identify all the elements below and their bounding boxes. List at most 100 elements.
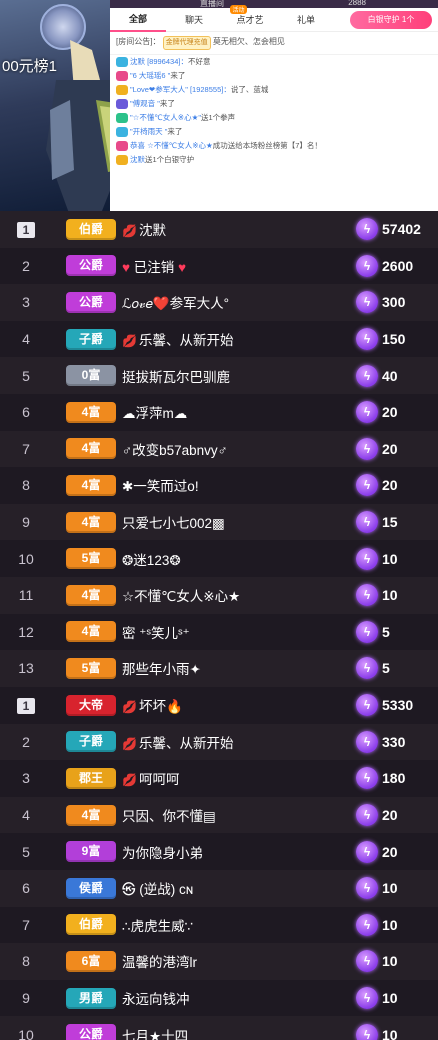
- level-badge: 4富: [66, 621, 116, 643]
- user-name[interactable]: 只因、你不懂▤: [122, 805, 356, 825]
- user-name[interactable]: ☁浮萍m☁: [122, 402, 356, 422]
- rank-number: 1: [0, 697, 52, 714]
- chat-text: 来了: [167, 127, 183, 136]
- ranking-row[interactable]: 11 4富 ☆不懂℃女人※心★ ϟ 10: [0, 576, 438, 614]
- rank-number: 12: [0, 624, 52, 640]
- user-name[interactable]: ♂改变b57abnvy♂: [122, 439, 356, 459]
- chat-username[interactable]: "☆不懂℃女人※心★": [130, 113, 201, 122]
- user-name-text: 挺拔斯瓦尔巴驯鹿: [122, 369, 230, 385]
- user-name[interactable]: ♥ 已注销 ♥: [122, 256, 356, 276]
- rank-number-text: 3: [22, 294, 30, 311]
- ranking-row[interactable]: 6 侯爵㉿ (逆战) ᴄɴ ϟ 10: [0, 869, 438, 907]
- lightning-coin-icon: ϟ: [356, 877, 378, 900]
- contribution-value-text: 5: [382, 623, 390, 640]
- contribution-value: ϟ 20: [356, 474, 438, 497]
- lightning-coin-icon: ϟ: [356, 364, 378, 387]
- user-name[interactable]: ℒ𝑜𝓋𝑒❤️参军大人°: [122, 292, 356, 312]
- user-name[interactable]: ∴虎虎生威∵: [122, 915, 356, 935]
- chat-username[interactable]: "6 大瑶瑶6 ": [130, 71, 170, 80]
- ranking-row[interactable]: 10 公爵 七月★十四 ϟ 10: [0, 1016, 438, 1040]
- ranking-row[interactable]: 3 公爵 ℒ𝑜𝓋𝑒❤️参军大人° ϟ 300: [0, 284, 438, 321]
- tab-gift-list[interactable]: 礼单: [278, 13, 334, 26]
- ranking-row[interactable]: 5 9富 为你隐身小弟 ϟ 20: [0, 833, 438, 870]
- user-name[interactable]: 💋 乐馨、从新开始: [122, 329, 356, 349]
- level-badge: 5富: [66, 657, 116, 679]
- lips-icon: 💋: [122, 736, 137, 751]
- ranking-list-1: 部 天 点才艺 礼单 1伯爵💋沈默ϟ574022公爵♥ 已注销 ♥ϟ26003公…: [0, 211, 438, 687]
- chat-username[interactable]: "开椅雨天 ": [130, 127, 167, 136]
- user-name[interactable]: 挺拔斯瓦尔巴驯鹿: [122, 366, 356, 386]
- contribution-value-text: 20: [382, 807, 398, 824]
- rank-number-text: 8: [22, 477, 30, 494]
- contribution-value: ϟ 57402: [356, 218, 438, 241]
- user-name[interactable]: ✱一笑而过o!: [122, 475, 356, 495]
- ranking-row[interactable]: 8 6富 温馨的港湾lr ϟ 10: [0, 943, 438, 980]
- chat-username[interactable]: "傅观音 ": [130, 99, 160, 108]
- lightning-coin-icon: ϟ: [356, 840, 378, 863]
- contribution-value-text: 2600: [382, 257, 414, 274]
- ranking-row[interactable]: 10 5富 ❂迷123❂ ϟ 10: [0, 540, 438, 577]
- lightning-coin-icon: ϟ: [356, 584, 378, 607]
- user-name[interactable]: ❂迷123❂: [122, 549, 356, 569]
- user-name[interactable]: 💋 呵呵呵: [122, 768, 356, 788]
- chat-username[interactable]: 恭喜 ☆不懂℃女人※心★: [130, 141, 213, 150]
- level-badge: 公爵: [66, 1024, 116, 1040]
- ranking-row[interactable]: 7 4富 ♂改变b57abnvy♂ ϟ 20: [0, 430, 438, 468]
- ranking-row[interactable]: 9 4富 只爱七小七002▩ ϟ 15: [0, 503, 438, 541]
- ranking-row[interactable]: 5 0富 挺拔斯瓦尔巴驯鹿 ϟ 40: [0, 357, 438, 394]
- user-name[interactable]: 为你隐身小弟: [122, 842, 356, 862]
- tab-all[interactable]: 全部: [110, 8, 166, 32]
- ranking-row[interactable]: 6 4富 ☁浮萍m☁ ϟ 20: [0, 393, 438, 431]
- rank-number: 9: [0, 990, 52, 1006]
- chat-username[interactable]: 沈默: [130, 155, 145, 164]
- contribution-value: ϟ 10: [356, 584, 438, 607]
- user-name[interactable]: 密 ⁺ˢ笑儿ˢ⁺: [122, 622, 356, 642]
- ranking-row[interactable]: 9 男爵 永远向钱冲 ϟ 10: [0, 979, 438, 1017]
- user-name[interactable]: 💋 沈默: [122, 219, 356, 239]
- user-name-text: 只爱七小七002▩: [122, 516, 225, 532]
- ranking-row[interactable]: 2 公爵 ♥ 已注销 ♥ ϟ 2600: [0, 247, 438, 285]
- rank-number-text: 9: [22, 990, 30, 1007]
- rank-number-text: 6: [22, 404, 30, 421]
- level-badge: 侯爵: [66, 877, 116, 899]
- rank-number-text: 1: [17, 221, 35, 238]
- ranking-row[interactable]: 1 伯爵 💋 沈默 ϟ 57402: [0, 211, 438, 248]
- lips-icon: 💋: [122, 334, 137, 349]
- user-name[interactable]: 💋 坏坏🔥: [122, 695, 356, 715]
- rank-number-text: 4: [22, 331, 30, 348]
- rank-number-text: 9: [22, 514, 30, 531]
- user-name-text: ∴虎虎生威∵: [122, 918, 194, 934]
- notice-text: 莫无相欠、怎会相见: [212, 37, 285, 46]
- ranking-row[interactable]: 13 5富 那些年小雨✦ ϟ 5: [0, 650, 438, 687]
- guard-button[interactable]: 白银守护 1个: [350, 11, 432, 29]
- user-name[interactable]: 温馨的港湾lr: [122, 951, 356, 971]
- ranking-row[interactable]: 4 子爵 💋 乐馨、从新开始 ϟ 150: [0, 320, 438, 358]
- user-name[interactable]: 💋 乐馨、从新开始: [122, 732, 356, 752]
- chat-username[interactable]: "Love❤参军大人" [1928555]：: [130, 85, 231, 94]
- tab-talent[interactable]: 活动 点才艺: [222, 5, 278, 26]
- chat-username[interactable]: 沈默 [8996434]：: [130, 57, 188, 66]
- rank-number-text: 2: [22, 257, 30, 274]
- user-name[interactable]: ㉿ (逆战) ᴄɴ: [122, 878, 356, 898]
- tab-chat[interactable]: 聊天: [166, 13, 222, 26]
- rank-number-text: 10: [18, 1026, 34, 1040]
- ranking-row[interactable]: 12 4富密 ⁺ˢ笑儿ˢ⁺ ϟ 5: [0, 613, 438, 651]
- ranking-row[interactable]: 7 伯爵 ∴虎虎生威∵ ϟ 10: [0, 906, 438, 944]
- rank-number-text: 8: [22, 953, 30, 970]
- user-name-text: ❂迷123❂: [122, 552, 181, 568]
- user-name-text: 密 ⁺ˢ笑儿ˢ⁺: [122, 625, 190, 641]
- ranking-row[interactable]: 1 大帝 💋 坏坏🔥 ϟ 5330: [0, 687, 438, 724]
- lightning-coin-icon: ϟ: [356, 328, 378, 351]
- ranking-row[interactable]: 8 4富 ✱一笑而过o! ϟ 20: [0, 467, 438, 504]
- user-name[interactable]: 七月★十四: [122, 1025, 356, 1040]
- contribution-value-text: 5: [382, 660, 390, 677]
- ranking-row[interactable]: 3 郡王 💋 呵呵呵 ϟ 180: [0, 760, 438, 797]
- lightning-coin-icon: ϟ: [356, 620, 378, 643]
- user-name[interactable]: 永远向钱冲: [122, 988, 356, 1008]
- ranking-row[interactable]: 2 子爵 💋 乐馨、从新开始 ϟ 330: [0, 723, 438, 761]
- lips-icon: 💋: [122, 773, 137, 788]
- user-name[interactable]: 那些年小雨✦: [122, 658, 356, 678]
- ranking-row[interactable]: 4 4富 只因、你不懂▤ ϟ 20: [0, 796, 438, 834]
- user-name[interactable]: 只爱七小七002▩: [122, 512, 356, 532]
- user-name[interactable]: ☆不懂℃女人※心★: [122, 585, 356, 605]
